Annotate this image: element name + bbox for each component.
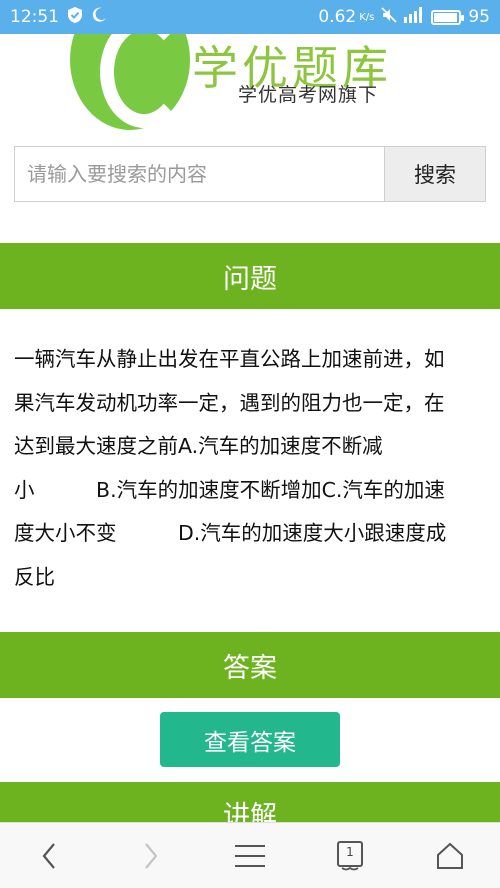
battery-level: 95 xyxy=(468,7,490,27)
signal-icon xyxy=(404,6,424,28)
tabs-icon: 1 xyxy=(335,840,365,872)
status-bar: 12:51 0.62 K/s 95 xyxy=(0,0,500,34)
search-input[interactable] xyxy=(14,146,384,202)
menu-button[interactable] xyxy=(200,823,300,888)
battery-icon xyxy=(431,9,465,25)
question-section-header: 问题 xyxy=(0,243,500,309)
moon-icon xyxy=(91,7,107,28)
menu-icon xyxy=(235,844,265,867)
mute-icon xyxy=(381,6,397,28)
home-icon xyxy=(437,842,463,869)
question-text: 一辆汽车从静止出发在平直公路上加速前进，如 果汽车发动机功率一定，遇到的阻力也一… xyxy=(14,338,488,599)
question-line: 一辆汽车从静止出发在平直公路上加速前进，如 xyxy=(14,347,445,371)
back-button[interactable] xyxy=(0,823,100,888)
network-speed: 0.62 xyxy=(318,7,357,27)
question-line: 反比 xyxy=(14,564,55,589)
search-bar: 搜索 xyxy=(14,146,486,202)
clock: 12:51 xyxy=(10,7,59,27)
browser-bottom-nav: 1 xyxy=(0,822,500,888)
view-answer-button[interactable]: 查看答案 xyxy=(160,712,340,767)
logo-subtitle: 学优高考网旗下 xyxy=(238,84,379,106)
question-line: 小 B.汽车的加速度不断增加C.汽车的加速 xyxy=(14,477,445,502)
battery-fill xyxy=(434,12,458,22)
tab-count: 1 xyxy=(346,844,354,859)
tabs-button[interactable]: 1 xyxy=(300,823,400,888)
search-button[interactable]: 搜索 xyxy=(384,146,486,202)
question-line: 达到最大速度之前A.汽车的加速度不断减 xyxy=(14,434,383,458)
question-line: 度大小不变 D.汽车的加速度大小跟速度成 xyxy=(14,521,447,545)
network-speed-unit: K/s xyxy=(359,11,375,23)
site-header: 学优题库 学优高考网旗下 xyxy=(0,34,500,140)
question-line: 果汽车发动机功率一定，遇到的阻力也一定，在 xyxy=(14,390,445,415)
forward-button[interactable] xyxy=(100,823,200,888)
back-icon xyxy=(42,842,55,869)
logo-mark xyxy=(70,34,190,130)
answer-section-header: 答案 xyxy=(0,632,500,698)
home-button[interactable] xyxy=(400,823,500,888)
forward-icon xyxy=(145,842,158,869)
shield-check-icon xyxy=(67,6,83,29)
